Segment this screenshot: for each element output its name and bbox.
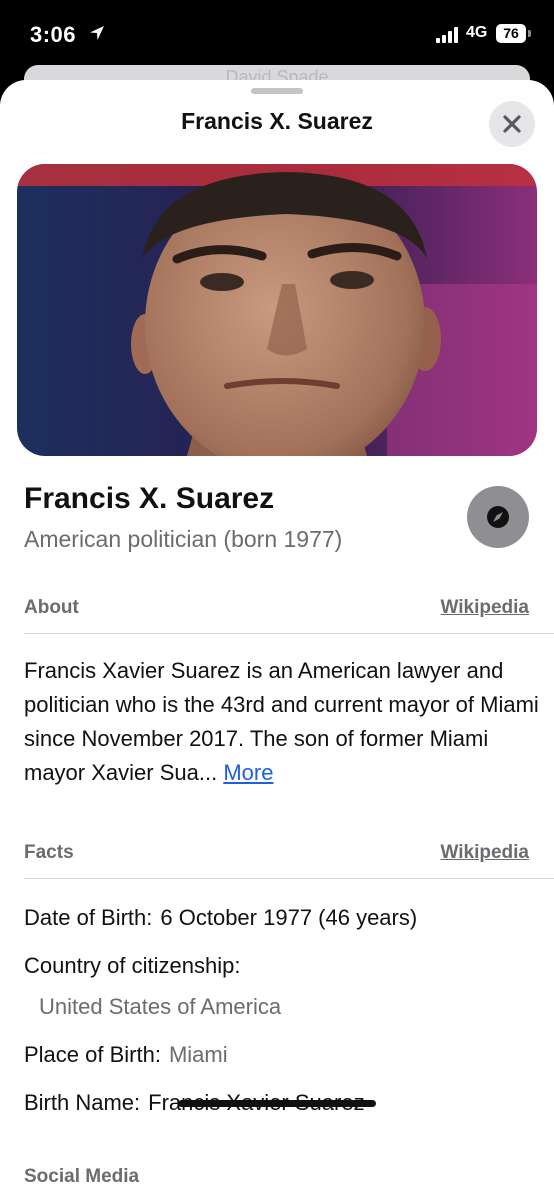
fact-label: Place of Birth: bbox=[24, 1042, 161, 1067]
hero-portrait-image bbox=[17, 164, 537, 456]
location-arrow-icon bbox=[90, 26, 104, 40]
about-text: Francis Xavier Suarez is an American law… bbox=[24, 654, 539, 790]
entity-description: American politician (born 1977) bbox=[24, 526, 343, 552]
knowledge-sheet: Francis X. Suarez Francis X. Suarez Amer… bbox=[0, 80, 554, 1200]
battery-tip bbox=[528, 30, 531, 37]
close-button[interactable] bbox=[489, 101, 535, 147]
about-heading: About bbox=[24, 597, 79, 618]
cellular-signal-icon bbox=[436, 27, 458, 43]
fact-label: Date of Birth: bbox=[24, 905, 153, 930]
fact-label: Birth Name: bbox=[24, 1090, 141, 1115]
fact-label: Country of citizenship: bbox=[24, 953, 241, 978]
social-media-heading: Social Media bbox=[24, 1166, 140, 1187]
network-type: 4G bbox=[466, 24, 488, 41]
fact-value: 6 October 1977 (46 years) bbox=[160, 905, 418, 930]
home-indicator[interactable] bbox=[178, 1100, 376, 1107]
fact-row-date-of-birth: Date of Birth: 6 October 1977 (46 years) bbox=[24, 905, 417, 931]
facts-divider bbox=[24, 878, 554, 879]
fact-value-country[interactable]: United States of America bbox=[39, 994, 281, 1020]
compass-icon bbox=[487, 506, 509, 528]
open-in-safari-button[interactable] bbox=[467, 486, 529, 548]
battery-level: 76 bbox=[496, 24, 526, 43]
more-link[interactable]: More bbox=[223, 760, 273, 785]
about-divider bbox=[24, 633, 554, 634]
facts-wikipedia-link[interactable]: Wikipedia bbox=[440, 842, 529, 864]
fact-row-country-of-citizenship: Country of citizenship: bbox=[24, 953, 240, 979]
about-body: Francis Xavier Suarez is an American law… bbox=[24, 658, 539, 785]
facts-heading: Facts bbox=[24, 842, 74, 863]
status-time: 3:06 bbox=[30, 22, 77, 47]
status-bar: 3:06 4G 76 bbox=[0, 0, 554, 70]
close-icon bbox=[503, 115, 521, 133]
entity-name: Francis X. Suarez bbox=[24, 482, 275, 515]
fact-row-place-of-birth: Place of Birth: Miami bbox=[24, 1042, 228, 1068]
about-wikipedia-link[interactable]: Wikipedia bbox=[440, 597, 529, 619]
sheet-grabber[interactable] bbox=[251, 88, 303, 94]
sheet-title: Francis X. Suarez bbox=[181, 108, 373, 134]
fact-value-place[interactable]: Miami bbox=[169, 1042, 228, 1067]
